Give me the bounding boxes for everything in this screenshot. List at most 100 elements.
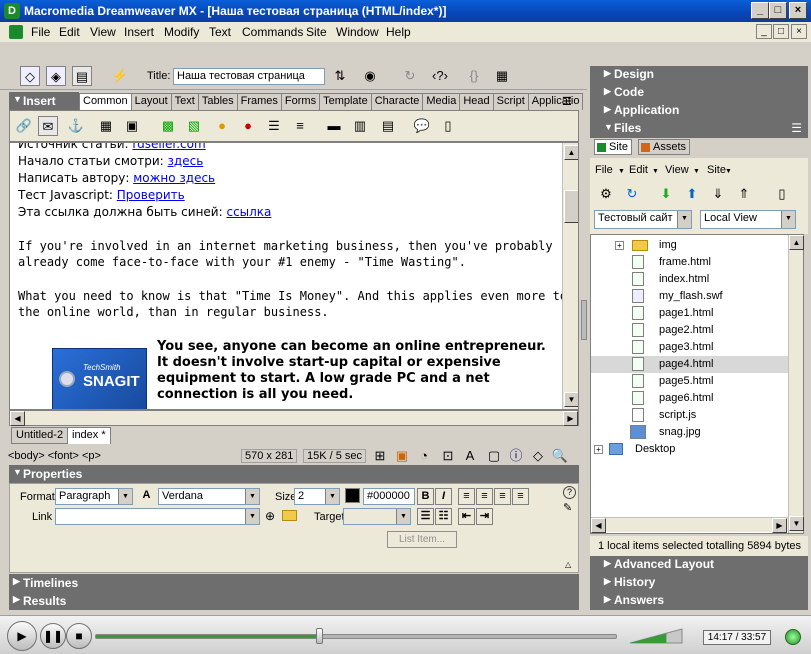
scroll-right-button[interactable]: ▶ — [772, 518, 787, 533]
table-icon[interactable]: ▦ — [96, 116, 116, 136]
page-title-input[interactable]: Наша тестовая страница — [173, 68, 325, 85]
panel-splitter[interactable] — [581, 300, 587, 340]
list-item[interactable]: page4.html — [591, 356, 789, 373]
author-link[interactable]: можно здесь — [133, 171, 215, 185]
help-icon[interactable]: ? — [563, 486, 576, 499]
list-item[interactable]: snag.jpg — [591, 424, 789, 441]
file-tree-scrollbar[interactable]: ▲ ▼ — [788, 235, 804, 533]
text-icon[interactable]: A — [460, 446, 480, 466]
layer-icon[interactable]: ▣ — [122, 116, 142, 136]
javascript-link[interactable]: Проверить — [117, 188, 185, 202]
size-select[interactable]: 2 ▼ — [294, 488, 340, 505]
files-panel-header[interactable]: ▼ Files ☰ — [590, 120, 808, 138]
expand-toggle-icon[interactable]: + — [615, 241, 624, 250]
font-select[interactable]: Verdana ▼ — [158, 488, 260, 505]
editor-vertical-scrollbar[interactable]: ▲ ▼ — [562, 143, 578, 409]
list-item[interactable]: my_flash.swf — [591, 288, 789, 305]
tab-media[interactable]: Media — [422, 93, 461, 110]
list-item[interactable]: page1.html — [591, 305, 789, 322]
files-menu-view[interactable]: View — [665, 164, 689, 176]
list-item[interactable]: page5.html — [591, 373, 789, 390]
list-item-button[interactable]: List Item... — [387, 531, 457, 548]
assets-icon[interactable]: ▣ — [392, 446, 412, 466]
stop-button[interactable]: ■ — [66, 623, 92, 649]
list-item[interactable]: + Desktop — [591, 441, 789, 458]
site-map-icon[interactable]: ⊞ — [370, 446, 390, 466]
check-in-icon[interactable]: ⇑ — [734, 184, 754, 204]
application-panel-header[interactable]: ▶ Application — [590, 102, 808, 120]
scroll-up-button[interactable]: ▲ — [789, 235, 804, 250]
tab-assets[interactable]: Assets — [638, 139, 691, 155]
view-options-icon[interactable]: ▦ — [492, 66, 512, 86]
advanced-layout-panel-header[interactable]: ▶ Advanced Layout — [590, 556, 808, 574]
files-menu-file[interactable]: File — [595, 164, 613, 176]
bold-button[interactable]: B — [417, 488, 434, 505]
image-placeholder-icon[interactable]: ▧ — [184, 116, 204, 136]
tab-common[interactable]: Common — [79, 93, 132, 110]
flash-icon[interactable]: ● — [238, 116, 258, 136]
image-icon[interactable]: ▩ — [158, 116, 178, 136]
code-panel-header[interactable]: ▶ Code — [590, 84, 808, 102]
horizontal-rule-icon[interactable]: ≡ — [290, 116, 310, 136]
tab-application[interactable]: Applicatio — [527, 93, 584, 110]
options-menu-icon[interactable]: ☰ — [562, 95, 572, 108]
maximize-button[interactable]: □ — [769, 2, 787, 19]
live-data-icon[interactable]: ⚡ — [110, 66, 130, 86]
scroll-left-button[interactable]: ◀ — [591, 518, 606, 533]
play-button[interactable]: ▶ — [7, 621, 37, 651]
hr-icon[interactable]: ▬ — [324, 116, 344, 136]
connect-icon[interactable]: ⚙ — [596, 184, 616, 204]
file-tree-hscrollbar[interactable]: ◀ ▶ — [591, 517, 788, 533]
tab-script[interactable]: Script — [492, 93, 529, 110]
scroll-right-button[interactable]: ▶ — [563, 411, 578, 426]
doc-minimize-button[interactable]: _ — [756, 24, 772, 39]
doc-restore-button[interactable]: □ — [773, 24, 789, 39]
tab-template[interactable]: Template — [319, 93, 372, 110]
scroll-up-button[interactable]: ▲ — [564, 145, 578, 160]
refresh-icon[interactable]: ↻ — [622, 184, 642, 204]
close-button[interactable]: × — [789, 2, 807, 19]
email-link-icon[interactable]: ✉ — [38, 116, 58, 136]
options-menu-icon[interactable]: ☰ — [791, 121, 802, 135]
tab-untitled-2[interactable]: Untitled-2 — [11, 427, 69, 444]
menu-site[interactable]: Site — [306, 25, 327, 39]
menu-edit[interactable]: Edit — [59, 25, 80, 39]
progress-track[interactable] — [95, 628, 617, 644]
list-item[interactable]: page2.html — [591, 322, 789, 339]
tabular-data-icon[interactable]: ▤ — [378, 116, 398, 136]
editor-horizontal-scrollbar[interactable]: ◀ ▶ — [9, 410, 579, 426]
unordered-list-button[interactable]: ☰ — [417, 508, 434, 525]
info-icon[interactable]: ⓘ — [506, 446, 526, 466]
code-navigation-icon[interactable]: {} — [464, 66, 484, 86]
scroll-down-button[interactable]: ▼ — [564, 392, 578, 407]
tab-characters[interactable]: Characte — [370, 93, 424, 110]
get-files-icon[interactable]: ⬇ — [656, 184, 676, 204]
refresh-icon[interactable]: ↻ — [400, 66, 420, 86]
view-select[interactable]: Local View ▼ — [700, 210, 796, 229]
outdent-button[interactable]: ⇤ — [458, 508, 475, 525]
list-item[interactable]: frame.html — [591, 254, 789, 271]
timelines-panel-header[interactable]: ▶ Timelines — [9, 574, 579, 592]
camtasia-logo-icon[interactable] — [785, 629, 801, 645]
progress-handle[interactable] — [316, 628, 323, 644]
indent-button[interactable]: ⇥ — [476, 508, 493, 525]
css-style-icon[interactable]: A — [138, 488, 155, 505]
expand-properties-icon[interactable]: △ — [565, 560, 571, 569]
design-view[interactable]: Источник статьи: rdseller.com Начало ста… — [9, 142, 579, 410]
site-select[interactable]: Тестовый сайт ▼ — [594, 210, 692, 229]
tag-chooser-icon[interactable]: ▯ — [438, 116, 458, 136]
behaviors-icon[interactable]: ◔ — [414, 446, 434, 466]
tab-frames[interactable]: Frames — [236, 93, 282, 110]
quick-tag-editor-icon[interactable]: ✎ — [563, 501, 572, 514]
tab-site[interactable]: Site — [594, 139, 632, 155]
history-panel-header[interactable]: ▶ History — [590, 574, 808, 592]
minimize-button[interactable]: _ — [751, 2, 769, 19]
design-view-icon[interactable]: ▤ — [72, 66, 92, 86]
scroll-thumb[interactable] — [564, 190, 578, 223]
preview-browser-icon[interactable]: ◉ — [360, 66, 380, 86]
comment-icon[interactable]: 💬 — [412, 116, 432, 136]
search-icon[interactable]: 🔍 — [550, 446, 570, 466]
blue-link[interactable]: ссылка — [226, 205, 271, 219]
insert-panel-header[interactable]: ▼ Insert — [9, 92, 79, 110]
put-files-icon[interactable]: ⬆ — [682, 184, 702, 204]
